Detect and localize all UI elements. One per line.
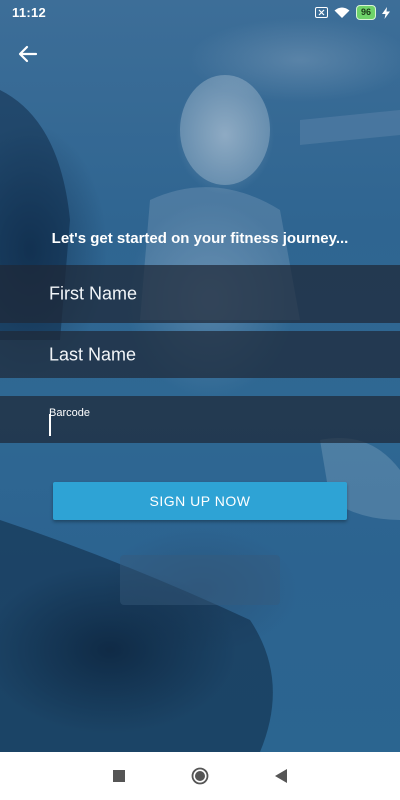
- last-name-input[interactable]: [49, 344, 379, 365]
- back-arrow-icon: [18, 45, 38, 63]
- sim-x-icon: [314, 7, 328, 18]
- last-name-field[interactable]: [0, 331, 400, 378]
- barcode-field[interactable]: Barcode: [0, 396, 400, 443]
- home-icon[interactable]: [191, 767, 209, 785]
- system-nav-bar: [0, 752, 400, 800]
- status-bar: 11:12 96: [0, 0, 400, 26]
- battery-icon: 96: [355, 5, 376, 20]
- text-cursor: [49, 414, 51, 436]
- recent-apps-icon[interactable]: [110, 767, 128, 785]
- charging-icon: [382, 6, 390, 19]
- background-photo: 11:12 96 Let's get started on your fitne…: [0, 0, 400, 752]
- first-name-input[interactable]: [49, 283, 379, 305]
- back-triangle-icon[interactable]: [273, 767, 291, 785]
- form-heading: Let's get started on your fitness journe…: [51, 230, 349, 247]
- back-button[interactable]: [14, 40, 42, 68]
- sign-up-button[interactable]: SIGN UP NOW: [53, 482, 347, 520]
- wifi-icon: [334, 7, 350, 18]
- barcode-label: Barcode: [49, 407, 90, 419]
- status-time: 11:12: [12, 5, 47, 20]
- first-name-field[interactable]: [0, 265, 400, 323]
- status-icons: 96: [314, 5, 390, 20]
